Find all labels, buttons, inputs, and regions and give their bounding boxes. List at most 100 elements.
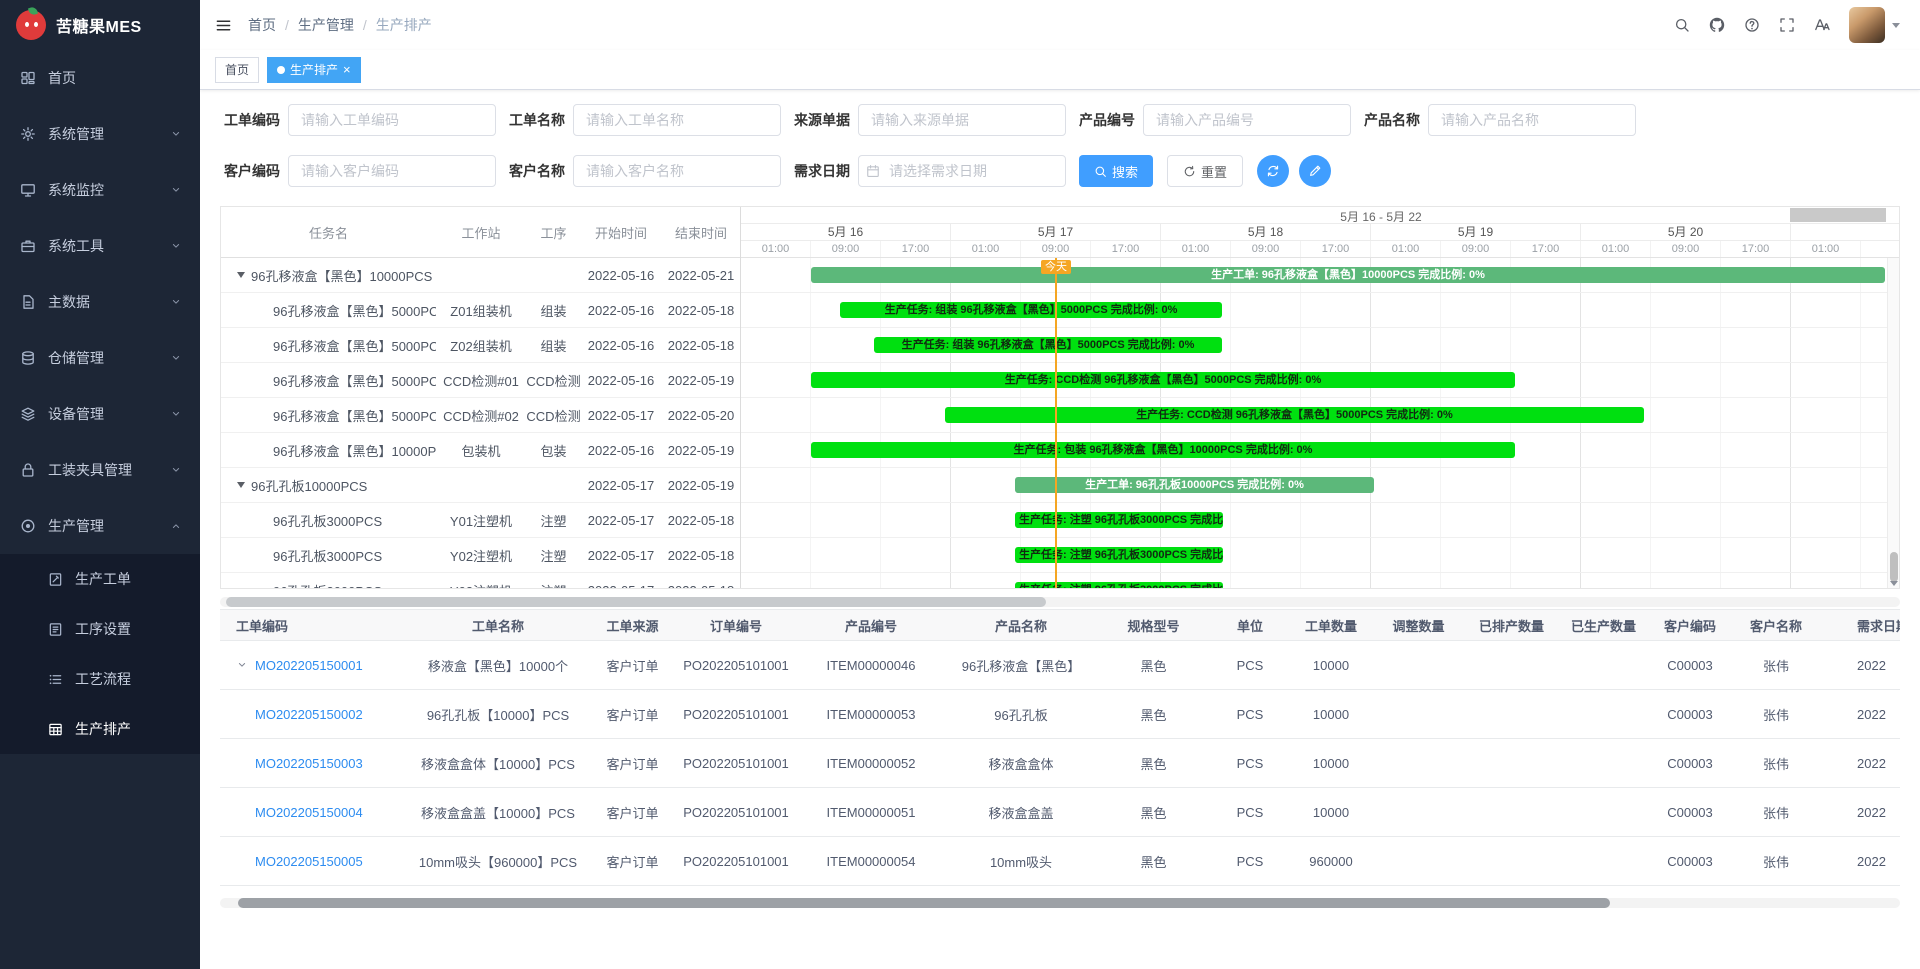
gantt-bar[interactable]: 生产任务: 组装 96孔移液盒【黑色】5000PCS 完成比例: 0% (874, 337, 1222, 353)
filter-field-customer-code: 客户编码 (224, 155, 496, 187)
edit-button[interactable] (1299, 155, 1331, 187)
gantt-bar[interactable]: 生产任务: 组装 96孔移液盒【黑色】5000PCS 完成比例: 0% (840, 302, 1222, 318)
process-cell: 组装 (526, 336, 581, 355)
collapse-triangle-icon[interactable] (237, 482, 245, 488)
menu-label: 仓储管理 (48, 348, 104, 368)
gantt-task-row[interactable]: 96孔移液盒【黑色】5000PCSZ02组装机组装2022-05-162022-… (221, 328, 740, 363)
font-size-icon[interactable] (1814, 17, 1830, 33)
sidebar-item-home[interactable]: 首页 (0, 50, 200, 106)
product-name-input[interactable] (1428, 104, 1636, 136)
sidebar-item-fixture-management[interactable]: 工装夹具管理 (0, 442, 200, 498)
sync-button[interactable] (1257, 155, 1289, 187)
end-time-cell: 2022-05-19 (661, 478, 740, 493)
close-icon[interactable]: × (343, 63, 351, 76)
gantt-task-row[interactable]: 96孔移液盒【黑色】5000PCSCCD检测#02CCD检测2022-05-17… (221, 398, 740, 433)
app-logo[interactable]: 苦糖果MES (0, 0, 200, 50)
sidebar-item-production-work-order[interactable]: 生产工单 (0, 554, 200, 604)
work-order-name-input[interactable] (573, 104, 781, 136)
fullscreen-icon[interactable] (1779, 17, 1795, 33)
work-order-link[interactable]: MO202205150004 (255, 805, 363, 820)
gantt-bar[interactable]: 生产工单: 96孔移液盒【黑色】10000PCS 完成比例: 0% (811, 267, 1885, 283)
gantt-horizontal-scrollbar[interactable] (220, 597, 1900, 607)
reset-button[interactable]: 重置 (1167, 155, 1243, 187)
gantt-task-row[interactable]: 96孔移液盒【黑色】5000PCSCCD检测#01CCD检测2022-05-16… (221, 363, 740, 398)
gantt-task-row[interactable]: 96孔孔板10000PCS2022-05-172022-05-19 (221, 468, 740, 503)
gantt-bar[interactable]: 生产任务: 注塑 96孔孔板3000PCS 完成比例: 0% (1015, 512, 1223, 528)
source-doc-input[interactable] (858, 104, 1066, 136)
search-button[interactable]: 搜索 (1079, 155, 1153, 187)
gantt-bar[interactable]: 生产任务: 注塑 96孔孔板3000PCS 完成比例: 0% (1015, 582, 1223, 588)
work-order-link[interactable]: MO202205150003 (255, 756, 363, 771)
gantt-task-row[interactable]: 96孔移液盒【黑色】10000PCS2022-05-162022-05-21 (221, 258, 740, 293)
gantt-bar[interactable]: 生产工单: 96孔孔板10000PCS 完成比例: 0% (1015, 477, 1374, 493)
table-row[interactable]: MO20220515000510mm吸头【960000】PCS客户订单PO202… (220, 837, 1900, 886)
work-order-link[interactable]: MO202205150001 (255, 658, 363, 673)
scrollbar-thumb[interactable] (238, 898, 1610, 908)
sidebar-item-system-tools[interactable]: 系统工具 (0, 218, 200, 274)
gantt-column-header: 工作站 (436, 223, 526, 242)
breadcrumb-item[interactable]: 生产管理 (298, 15, 354, 35)
help-icon[interactable] (1744, 17, 1760, 33)
gantt-table-header: 任务名工作站工序开始时间结束时间 (221, 207, 740, 258)
work-order-code-input[interactable] (288, 104, 496, 136)
gantt-day-header: 5月 20 (1581, 224, 1791, 240)
sidebar-item-process-settings[interactable]: 工序设置 (0, 604, 200, 654)
gantt-task-row[interactable]: 96孔孔板3000PCSY02注塑机注塑2022-05-172022-05-18 (221, 538, 740, 573)
gantt-task-row[interactable]: 96孔孔板3000PCSY03注塑机注塑2022-05-172022-05-18 (221, 573, 740, 588)
scroll-down-arrow-icon[interactable] (1890, 581, 1898, 586)
table-cell: PCS (1210, 658, 1290, 673)
top-navbar: 首页/生产管理/生产排产 (200, 0, 1920, 50)
gantt-vertical-scrollbar[interactable] (1887, 258, 1899, 588)
sidebar-item-master-data[interactable]: 主数据 (0, 274, 200, 330)
menu-label: 工序设置 (75, 619, 131, 639)
gantt-bar[interactable]: 生产任务: CCD检测 96孔移液盒【黑色】5000PCS 完成比例: 0% (811, 372, 1515, 388)
gantt-bar[interactable]: 生产任务: CCD检测 96孔移液盒【黑色】5000PCS 完成比例: 0% (945, 407, 1644, 423)
table-row[interactable]: MO202205150004移液盒盒盖【10000】PCS客户订单PO20220… (220, 788, 1900, 837)
gantt-bar[interactable]: 生产任务: 注塑 96孔孔板3000PCS 完成比例: 0% (1015, 547, 1223, 563)
collapse-triangle-icon[interactable] (237, 272, 245, 278)
gantt-task-row[interactable]: 96孔移液盒【黑色】5000PCSZ01组装机组装2022-05-162022-… (221, 293, 740, 328)
gantt-task-row[interactable]: 96孔移液盒【黑色】10000PCS包装机包装2022-05-162022-05… (221, 433, 740, 468)
task-name-text: 96孔移液盒【黑色】5000PCS (273, 301, 436, 320)
table-row[interactable]: MO20220515000296孔孔板【10000】PCS客户订单PO20220… (220, 690, 1900, 739)
customer-code-input[interactable] (288, 155, 496, 187)
breadcrumb-separator: / (363, 17, 367, 33)
scrollbar-thumb[interactable] (226, 597, 1046, 607)
github-icon[interactable] (1709, 17, 1725, 33)
row-expander-icon[interactable] (236, 659, 248, 671)
table-cell: 2022 (1821, 756, 1900, 771)
column-header: 已生产数量 (1558, 616, 1649, 635)
menu-label: 首页 (48, 68, 76, 88)
tab-production-scheduling[interactable]: 生产排产× (267, 57, 361, 83)
breadcrumb-item[interactable]: 首页 (248, 15, 276, 35)
sidebar-item-production-scheduling[interactable]: 生产排产 (0, 704, 200, 754)
demand-date-input[interactable] (858, 155, 1066, 187)
sidebar-item-system-monitoring[interactable]: 系统监控 (0, 162, 200, 218)
gantt-task-row[interactable]: 96孔孔板3000PCSY01注塑机注塑2022-05-172022-05-18 (221, 503, 740, 538)
work-order-link[interactable]: MO202205150005 (255, 854, 363, 869)
table-cell: ITEM00000052 (797, 756, 945, 771)
sidebar-item-process-flow[interactable]: 工艺流程 (0, 654, 200, 704)
sidebar-item-warehouse-management[interactable]: 仓储管理 (0, 330, 200, 386)
user-menu[interactable] (1849, 7, 1900, 43)
work-order-link[interactable]: MO202205150002 (255, 707, 363, 722)
hamburger-icon[interactable] (215, 17, 232, 34)
table-cell: 2022 (1821, 658, 1900, 673)
sidebar-item-system-management[interactable]: 系统管理 (0, 106, 200, 162)
sidebar-item-production-management[interactable]: 生产管理 (0, 498, 200, 554)
work-order-icon (48, 572, 63, 587)
table-row[interactable]: MO202205150001移液盒【黑色】10000个客户订单PO2022051… (220, 641, 1900, 690)
tab-home[interactable]: 首页 (215, 57, 259, 83)
table-row[interactable]: MO202205150003移液盒盒体【10000】PCS客户订单PO20220… (220, 739, 1900, 788)
table-horizontal-scrollbar[interactable] (220, 898, 1900, 908)
scrollbar-thumb[interactable] (1890, 552, 1898, 582)
product-code-input[interactable] (1143, 104, 1351, 136)
search-icon[interactable] (1674, 17, 1690, 33)
gantt-bar[interactable]: 生产任务: 包装 96孔移液盒【黑色】10000PCS 完成比例: 0% (811, 442, 1515, 458)
customer-name-input[interactable] (573, 155, 781, 187)
gantt-column-header: 任务名 (221, 223, 436, 242)
sidebar-item-equipment-management[interactable]: 设备管理 (0, 386, 200, 442)
gantt-header-scrollbar[interactable] (1790, 208, 1886, 222)
user-avatar (1849, 7, 1885, 43)
task-name-cell: 96孔孔板3000PCS (221, 581, 436, 589)
